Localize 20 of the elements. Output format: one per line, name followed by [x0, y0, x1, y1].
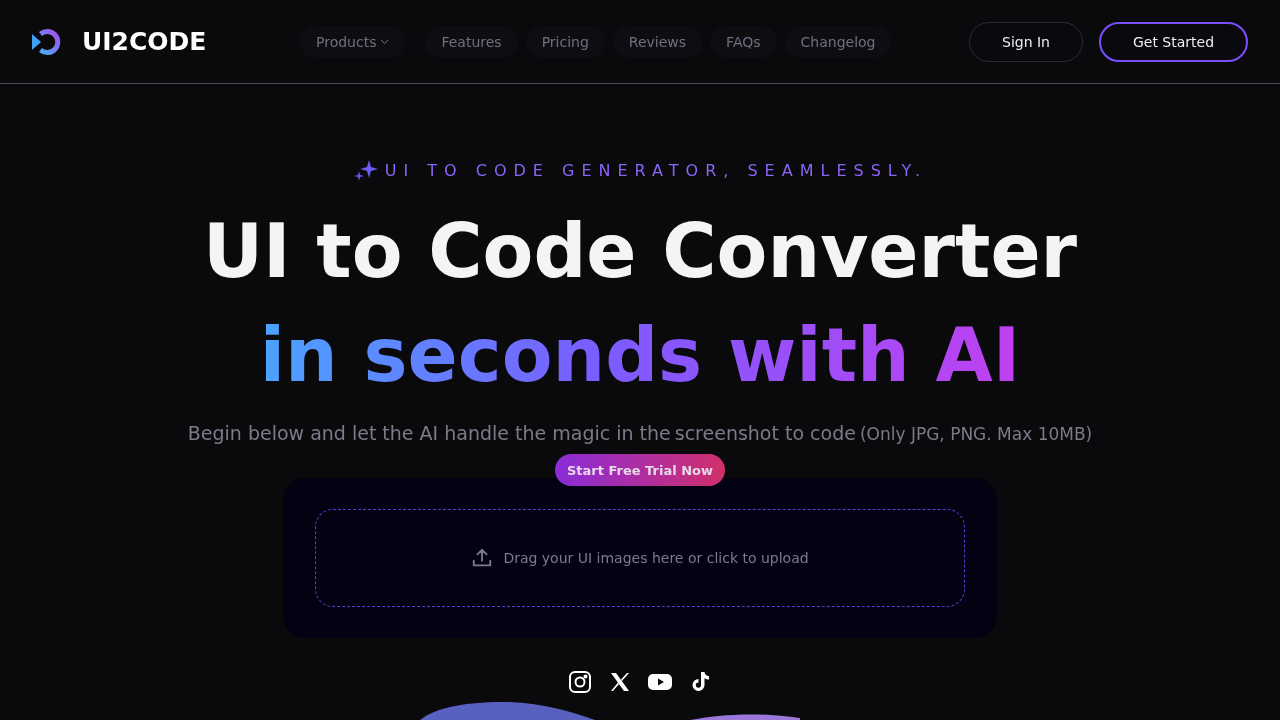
nav-link[interactable]: Features [425, 25, 518, 58]
eyebrow-text: UI TO CODE GENERATOR, SEAMLESSLY. [384, 160, 928, 180]
hero-title: UI to Code Converter [202, 207, 1078, 296]
nav-link[interactable]: Pricing [525, 25, 605, 58]
upload-dropzone[interactable]: Drag your UI images here or click to upload [315, 509, 965, 607]
file-note: (Only JPG, PNG. Max 10MB) [859, 424, 1093, 444]
screenshot-to-code-link[interactable]: screenshot to code [674, 422, 856, 444]
camera-icon [568, 670, 592, 694]
sign-in-button[interactable]: Sign In [969, 21, 1083, 62]
brand-name: UI2CODE [82, 27, 207, 56]
hero-description: Begin below and let the AI handle the magic in the [187, 422, 671, 444]
get-started-button[interactable]: Get Started [1099, 21, 1248, 62]
nav-link[interactable]: FAQs [710, 25, 777, 58]
x-logo-icon [608, 670, 632, 694]
nav-link[interactable]: Products [300, 25, 406, 58]
free-trial-badge[interactable]: Start Free Trial Now [555, 454, 725, 486]
nav-link[interactable]: Changelog [784, 25, 892, 58]
chevron-down-icon [380, 38, 390, 45]
nav-link[interactable]: Reviews [612, 25, 703, 58]
upload-icon [471, 547, 494, 569]
